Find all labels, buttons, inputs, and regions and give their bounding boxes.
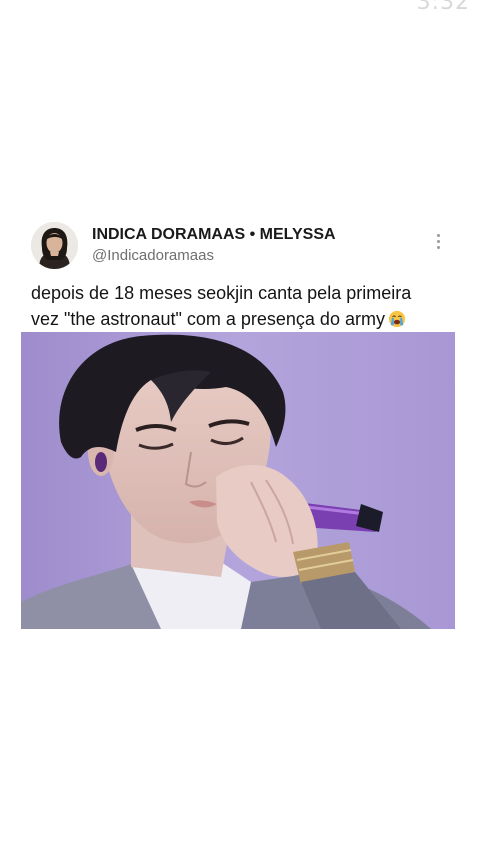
- avatar[interactable]: [31, 222, 78, 269]
- tweet-header: INDICA DORAMAAS • MELYSSA @Indicadoramaa…: [21, 218, 455, 274]
- display-name[interactable]: INDICA DORAMAAS • MELYSSA: [92, 226, 336, 244]
- tweet-text-line1: depois de 18 meses seokjin canta pela pr…: [31, 283, 412, 303]
- author-names: INDICA DORAMAAS • MELYSSA @Indicadoramaa…: [92, 226, 336, 264]
- avatar-image: [31, 222, 78, 269]
- user-handle[interactable]: @Indicadoramaas: [92, 247, 336, 264]
- tweet-text: depois de 18 meses seokjin canta pela pr…: [31, 280, 451, 332]
- status-bar-time: 3:32: [416, 0, 470, 15]
- tweet-media-photo[interactable]: [21, 332, 455, 629]
- loudly-crying-face-icon: [388, 310, 406, 328]
- tweet-card[interactable]: INDICA DORAMAAS • MELYSSA @Indicadoramaa…: [21, 218, 455, 629]
- tweet-text-line2: vez "the astronaut" com a presença do ar…: [31, 309, 385, 329]
- concert-photo: [21, 332, 455, 629]
- more-options-icon[interactable]: [435, 234, 441, 252]
